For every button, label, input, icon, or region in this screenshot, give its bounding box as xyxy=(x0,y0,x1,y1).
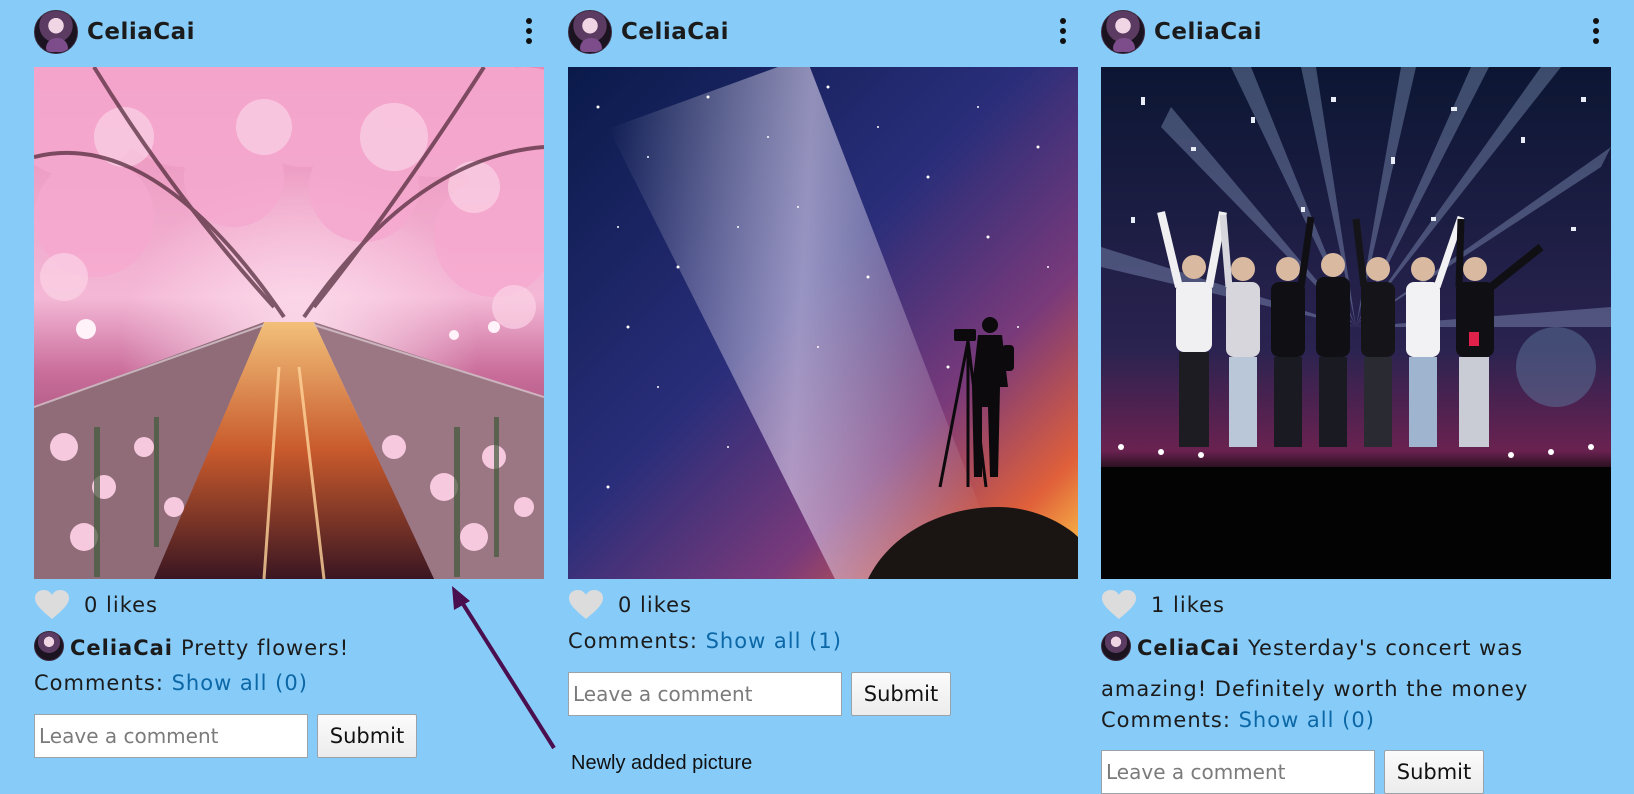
submit-comment-button[interactable]: Submit xyxy=(851,672,951,716)
caption: CeliaCai Yesterday's concert was amazing!… xyxy=(1101,628,1611,710)
avatar[interactable] xyxy=(568,10,612,54)
caption-username[interactable]: CeliaCai xyxy=(1137,636,1240,660)
more-options-icon[interactable] xyxy=(522,18,536,48)
like-row: 0 likes xyxy=(568,589,868,621)
heart-icon[interactable] xyxy=(1101,589,1137,621)
comment-input[interactable] xyxy=(1101,750,1375,794)
likes-count: 0 likes xyxy=(84,593,158,617)
caption-username[interactable]: CeliaCai xyxy=(70,636,173,660)
post-username[interactable]: CeliaCai xyxy=(621,18,729,46)
like-row: 0 likes xyxy=(34,589,334,621)
post-username[interactable]: CeliaCai xyxy=(1154,18,1262,46)
comment-input[interactable] xyxy=(34,714,308,758)
post-photo-concert[interactable] xyxy=(1101,67,1611,579)
like-row: 1 likes xyxy=(1101,589,1401,621)
comment-input[interactable] xyxy=(568,672,842,716)
post-username[interactable]: CeliaCai xyxy=(87,18,195,46)
heart-icon[interactable] xyxy=(34,589,70,621)
avatar[interactable] xyxy=(1101,10,1145,54)
likes-count: 1 likes xyxy=(1151,593,1225,617)
comments-label: Comments: xyxy=(1101,708,1231,732)
comments-row: Comments: Show all (0) xyxy=(34,671,308,695)
submit-comment-button[interactable]: Submit xyxy=(317,714,417,758)
show-all-comments-link[interactable]: Show all (0) xyxy=(1239,708,1375,732)
post-header: CeliaCai xyxy=(568,10,1078,54)
show-all-comments-link[interactable]: Show all (0) xyxy=(172,671,308,695)
more-options-icon[interactable] xyxy=(1056,18,1070,48)
more-options-icon[interactable] xyxy=(1589,18,1603,48)
show-all-comments-link[interactable]: Show all (1) xyxy=(706,629,842,653)
heart-icon[interactable] xyxy=(568,589,604,621)
comments-row: Comments: Show all (1) xyxy=(568,629,842,653)
caption: CeliaCai Pretty flowers! xyxy=(34,628,544,669)
comments-label: Comments: xyxy=(568,629,698,653)
avatar[interactable] xyxy=(34,10,78,54)
caption-text: Pretty flowers! xyxy=(181,636,350,660)
post-photo-milky-way[interactable] xyxy=(568,67,1078,579)
post-header: CeliaCai xyxy=(1101,10,1611,54)
comments-row: Comments: Show all (0) xyxy=(1101,708,1375,732)
likes-count: 0 likes xyxy=(618,593,692,617)
post-header: CeliaCai xyxy=(34,10,544,54)
comments-label: Comments: xyxy=(34,671,164,695)
submit-comment-button[interactable]: Submit xyxy=(1384,750,1484,794)
avatar[interactable] xyxy=(1101,631,1131,661)
post-photo-cherry-blossom[interactable] xyxy=(34,67,544,579)
avatar[interactable] xyxy=(34,631,64,661)
annotation-label: Newly added picture xyxy=(571,752,753,774)
